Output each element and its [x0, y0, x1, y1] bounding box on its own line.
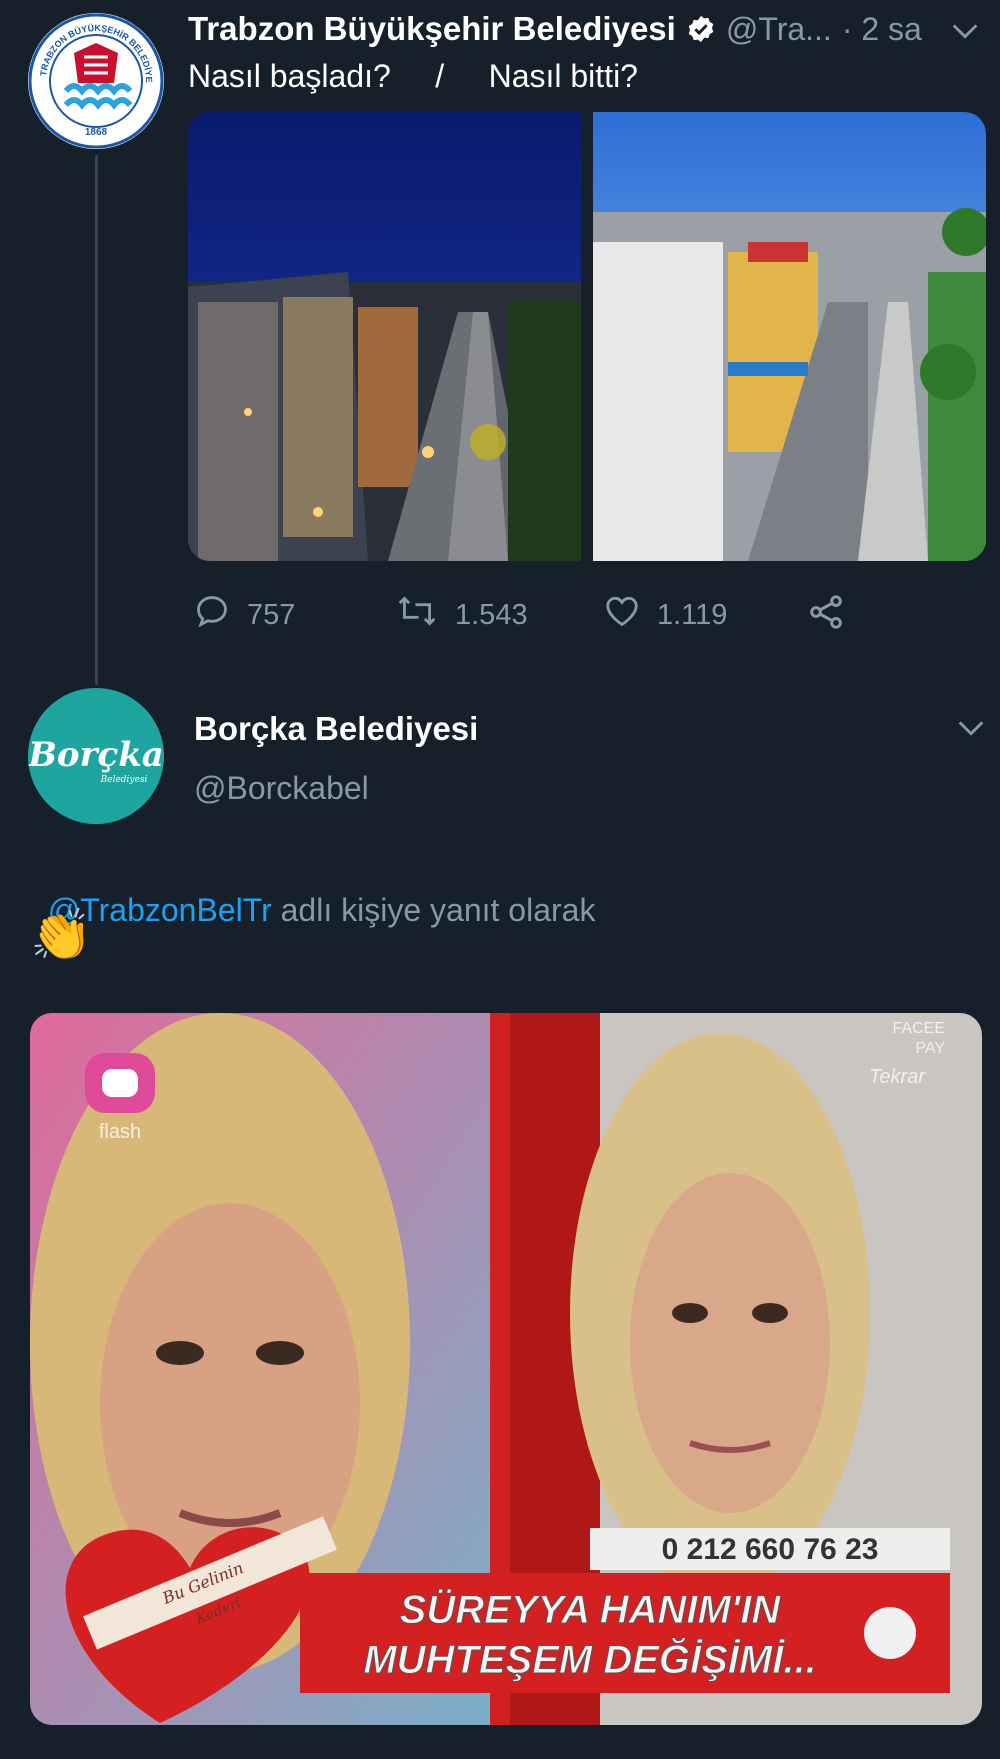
- reply-icon: [193, 592, 231, 638]
- retweet-icon: [395, 592, 439, 638]
- svg-text:FACEE: FACEE: [893, 1020, 945, 1037]
- author-handle[interactable]: @Borckabel: [194, 770, 369, 807]
- reply-context: @TrabzonBelTr adlı kişiye yanıt olarak: [30, 855, 596, 929]
- svg-text:SÜREYYA HANIM'IN: SÜREYYA HANIM'IN: [400, 1587, 782, 1632]
- svg-text:Belediyesi: Belediyesi: [100, 775, 148, 785]
- share-icon: [806, 592, 846, 640]
- media-video-frame: flash FACEE PAY Tekrar 0 212 660 76 23 S…: [30, 1013, 982, 1725]
- svg-text:0 212 660 76 23: 0 212 660 76 23: [662, 1533, 879, 1566]
- tweet-media[interactable]: [188, 112, 986, 561]
- retweet-button[interactable]: 1.543: [395, 592, 528, 638]
- media-photos: [188, 112, 986, 561]
- author-name[interactable]: Borçka Belediyesi: [194, 710, 478, 748]
- author-name[interactable]: Trabzon Büyükşehir Belediyesi: [188, 10, 676, 48]
- svg-text:MUHTEŞEM DEĞİŞİMİ...: MUHTEŞEM DEĞİŞİMİ...: [363, 1636, 816, 1682]
- author-handle[interactable]: @Tra...: [726, 11, 832, 48]
- tweet1-header: Trabzon Büyükşehir Belediyesi @Tra... · …: [188, 10, 922, 48]
- verified-badge-icon: [686, 14, 716, 44]
- chevron-down-icon[interactable]: [954, 711, 988, 745]
- clapping-hands-emoji: 👏: [30, 907, 93, 963]
- thread-line: [95, 155, 98, 685]
- reply-count: 757: [247, 598, 296, 631]
- reply-button[interactable]: 757: [193, 592, 295, 638]
- like-icon: [603, 592, 641, 638]
- tweet-time[interactable]: · 2 sa: [842, 11, 922, 48]
- svg-text:Tekrar: Tekrar: [869, 1066, 926, 1088]
- tweet-text: Nasıl başladı? / Nasıl bitti?: [188, 58, 638, 94]
- svg-text:PAY: PAY: [915, 1040, 945, 1057]
- like-button[interactable]: 1.119: [603, 592, 727, 638]
- svg-text:flash: flash: [99, 1121, 141, 1143]
- share-button[interactable]: [806, 592, 846, 640]
- chevron-down-icon[interactable]: [948, 14, 982, 48]
- avatar-trabzon[interactable]: TRABZON BÜYÜKŞEHİR BELEDİYESİ 1868: [28, 13, 164, 149]
- reply-to-suffix: adlı kişiye yanıt olarak: [271, 892, 596, 928]
- tweet-media[interactable]: flash FACEE PAY Tekrar 0 212 660 76 23 S…: [30, 1013, 982, 1725]
- like-count: 1.119: [657, 598, 728, 631]
- retweet-count: 1.543: [455, 598, 528, 631]
- avatar-borcka[interactable]: Borçka Belediyesi: [28, 688, 164, 824]
- svg-text:Borçka: Borçka: [28, 735, 164, 775]
- svg-text:1868: 1868: [85, 127, 108, 138]
